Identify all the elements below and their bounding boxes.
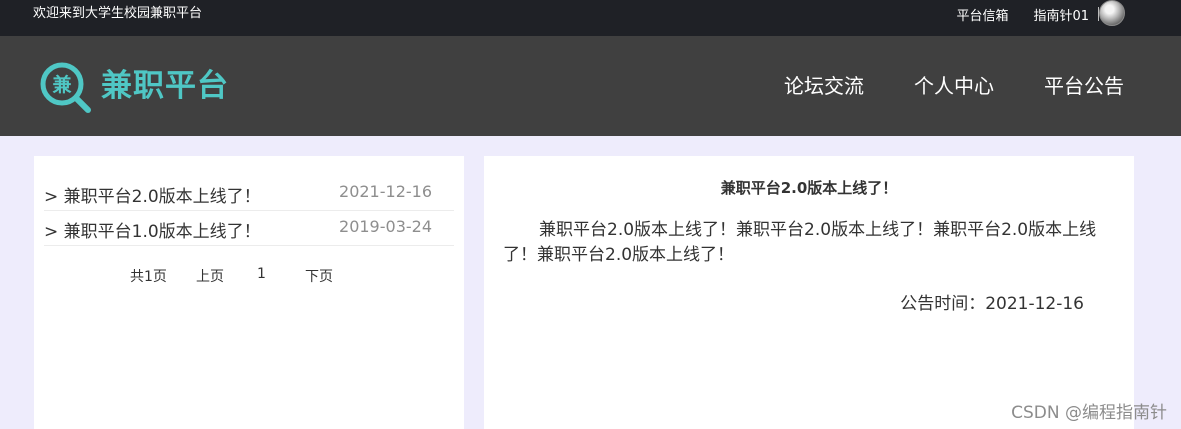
nav-announcements[interactable]: 平台公告 bbox=[1044, 72, 1124, 100]
logo-letter: 兼 bbox=[52, 73, 71, 96]
top-bar-user-area: 平台信箱 指南针01 bbox=[956, 0, 1125, 28]
detail-time: 公告时间：2021-12-16 bbox=[900, 294, 1084, 314]
announcement-date: 2019-03-24 bbox=[339, 217, 432, 236]
page-total: 共1页 bbox=[130, 269, 167, 285]
detail-title: 兼职平台2.0版本上线了！ bbox=[720, 179, 898, 197]
announcement-date: 2021-12-16 bbox=[339, 182, 432, 201]
announcement-title[interactable]: > 兼职平台1.0版本上线了！ bbox=[44, 217, 261, 242]
prev-page-button[interactable]: 上页 bbox=[196, 266, 257, 286]
list-item[interactable]: > 兼职平台1.0版本上线了！ 2019-03-24 bbox=[44, 211, 454, 246]
watermark: CSDN @编程指南针 bbox=[1011, 403, 1167, 423]
top-bar: 欢迎来到大学生校园兼职平台 平台信箱 指南针01 bbox=[0, 0, 1181, 36]
username-link[interactable]: 指南针01 bbox=[1033, 5, 1089, 24]
announcement-detail-panel: 兼职平台2.0版本上线了！ 兼职平台2.0版本上线了！兼职平台2.0版本上线了！… bbox=[484, 156, 1134, 429]
next-page-button[interactable]: 下页 bbox=[305, 266, 333, 286]
nav-forum[interactable]: 论坛交流 bbox=[784, 72, 864, 100]
avatar[interactable] bbox=[1099, 0, 1125, 26]
main-nav: 论坛交流 个人中心 平台公告 bbox=[734, 72, 1124, 100]
welcome-text: 欢迎来到大学生校园兼职平台 bbox=[33, 6, 203, 21]
main-header: 兼 兼职平台 论坛交流 个人中心 平台公告 bbox=[0, 36, 1181, 136]
announcement-list-panel: > 兼职平台2.0版本上线了！ 2021-12-16 > 兼职平台1.0版本上线… bbox=[34, 156, 464, 429]
brand-name[interactable]: 兼职平台 bbox=[101, 66, 229, 106]
announcement-title[interactable]: > 兼职平台2.0版本上线了！ bbox=[44, 182, 261, 207]
list-item[interactable]: > 兼职平台2.0版本上线了！ 2021-12-16 bbox=[44, 176, 454, 211]
mailbox-link[interactable]: 平台信箱 bbox=[956, 5, 1008, 24]
detail-body: 兼职平台2.0版本上线了！兼职平台2.0版本上线了！兼职平台2.0版本上线了！兼… bbox=[503, 220, 1097, 265]
page-number[interactable]: 1 bbox=[257, 266, 305, 286]
logo-icon[interactable]: 兼 bbox=[40, 62, 92, 114]
nav-personal-center[interactable]: 个人中心 bbox=[914, 72, 994, 100]
announcement-list: > 兼职平台2.0版本上线了！ 2021-12-16 > 兼职平台1.0版本上线… bbox=[44, 176, 454, 246]
pagination: 共1页 上页 1 下页 bbox=[130, 266, 333, 286]
